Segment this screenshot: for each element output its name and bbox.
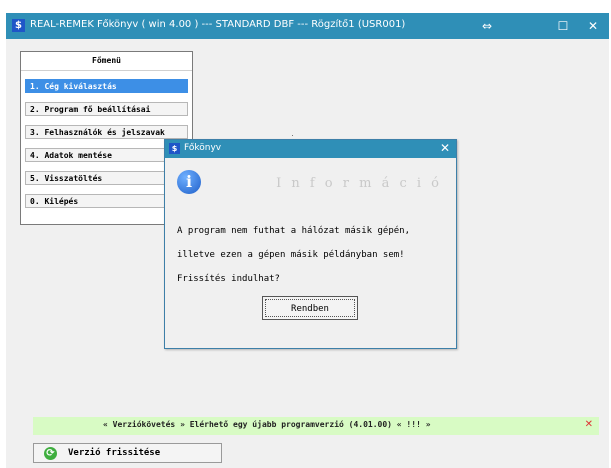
info-dialog: $ Főkönyv ✕ i I n f o r m á c i ó A prog… (164, 139, 457, 349)
main-menu-header: Főmenü (21, 52, 192, 71)
menu-item-company-select[interactable]: 1. Cég kiválasztás (25, 79, 188, 93)
close-button[interactable]: ✕ (578, 16, 608, 36)
menu-item-program-settings[interactable]: 2. Program fő beállításai (25, 102, 188, 116)
version-update-button[interactable]: ⟳ Verzió frissitése (33, 443, 222, 463)
window-titlebar[interactable]: $ REAL-REMEK Főkönyv ( win 4.00 ) --- ST… (6, 13, 609, 39)
dialog-titlebar[interactable]: $ Főkönyv ✕ (165, 140, 456, 158)
maximize-button[interactable]: ☐ (548, 16, 578, 36)
refresh-icon: ⟳ (44, 447, 57, 460)
restore-button[interactable]: ⇔ (472, 16, 502, 36)
version-notice-text: « Verziókövetés » Elérhető egy újabb pro… (103, 420, 431, 429)
dialog-header: I n f o r m á c i ó (276, 176, 442, 191)
ok-button-label: Rendben (265, 299, 355, 317)
dialog-close-button[interactable]: ✕ (440, 141, 450, 155)
ok-button[interactable]: Rendben (262, 296, 358, 320)
stray-pixel (292, 135, 293, 136)
menu-item-users-passwords[interactable]: 3. Felhasználók és jelszavak (25, 125, 188, 139)
dialog-message-line: illetve ezen a gépen másik példányban se… (177, 250, 405, 260)
dollar-app-icon: $ (12, 19, 25, 32)
window-title: REAL-REMEK Főkönyv ( win 4.00 ) --- STAN… (30, 19, 406, 30)
version-update-label: Verzió frissitése (68, 448, 161, 458)
main-client-area: Főmenü 1. Cég kiválasztás 2. Program fő … (6, 39, 609, 468)
dialog-message-line: A program nem futhat a hálózat másik gép… (177, 226, 410, 236)
version-notice-bar: « Verziókövetés » Elérhető egy újabb pro… (33, 417, 599, 435)
info-icon: i (177, 170, 201, 194)
dialog-title: Főkönyv (184, 143, 222, 153)
notice-close-icon[interactable]: ✕ (585, 419, 593, 430)
dollar-app-icon: $ (169, 143, 180, 154)
desktop-frame: $ REAL-REMEK Főkönyv ( win 4.00 ) --- ST… (0, 0, 611, 468)
dialog-message-line: Frissítés indulhat? (177, 274, 280, 284)
